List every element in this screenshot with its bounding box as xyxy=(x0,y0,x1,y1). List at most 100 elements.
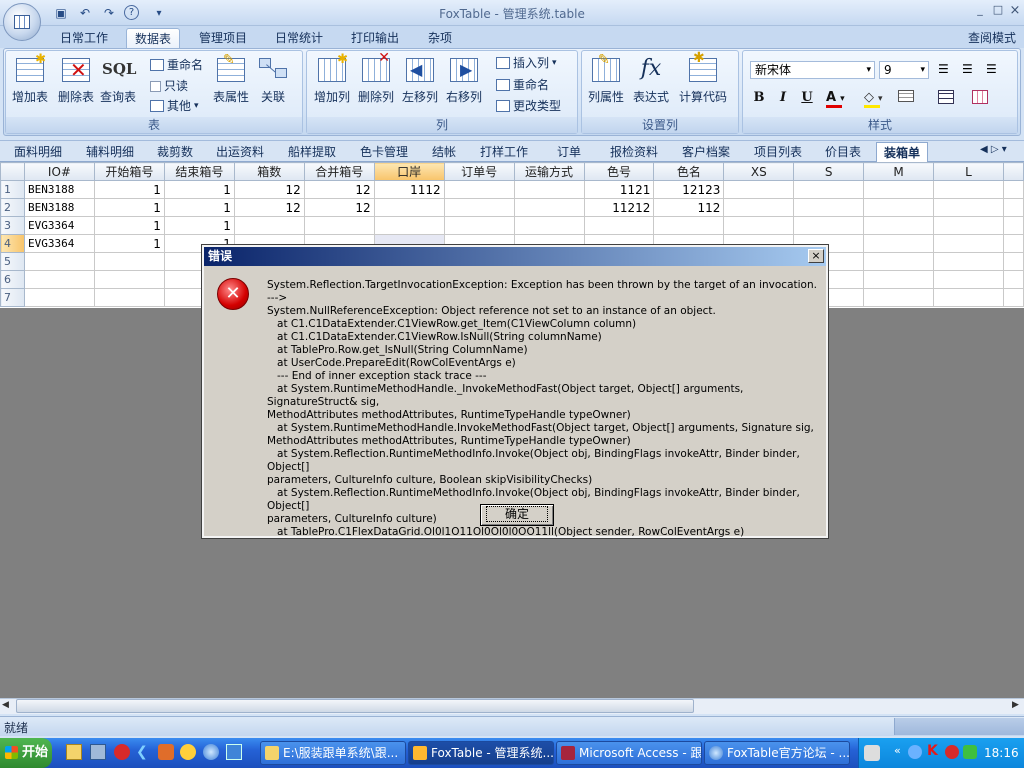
grid-cell[interactable] xyxy=(933,234,1004,253)
expression-button[interactable]: fx 表达式 xyxy=(630,54,672,112)
sheet-tab[interactable]: 客户档案 xyxy=(674,142,738,162)
grid-cell[interactable] xyxy=(513,180,585,199)
column-header[interactable]: 开始箱号 xyxy=(93,162,165,181)
tab-data-table[interactable]: 数据表 xyxy=(126,28,180,48)
cell-style-button[interactable] xyxy=(972,90,1000,108)
column-header[interactable]: S xyxy=(793,162,865,181)
sheet-tab[interactable]: 报检资料 xyxy=(602,142,666,162)
scroll-right-icon[interactable]: ▶ xyxy=(1012,700,1019,710)
readonly-checkbox[interactable]: 只读 xyxy=(150,77,188,95)
grid-cell[interactable] xyxy=(443,198,515,217)
grid-cell[interactable]: 1 xyxy=(93,180,165,199)
grid-cell[interactable] xyxy=(863,270,935,289)
fill-color-icon[interactable]: ◇ ▾ xyxy=(864,90,892,108)
grid-cell[interactable]: 12 xyxy=(303,180,375,199)
grid-cell[interactable]: 1 xyxy=(163,216,235,235)
grid-cell[interactable] xyxy=(863,216,935,235)
italic-button[interactable]: I xyxy=(773,90,793,108)
tray-expand-icon[interactable]: « xyxy=(894,744,901,757)
sheet-tab[interactable]: 结帐 xyxy=(424,142,464,162)
grid-cell[interactable] xyxy=(933,270,1004,289)
font-family-select[interactable]: 新宋体 ▾ xyxy=(750,61,875,79)
tab-daily-work[interactable]: 日常工作 xyxy=(52,28,116,48)
column-header[interactable]: XS xyxy=(723,162,795,181)
grid-cell[interactable] xyxy=(933,216,1004,235)
grid-cell[interactable] xyxy=(933,198,1004,217)
grid-cell[interactable] xyxy=(863,180,935,199)
grid-cell[interactable]: 1 xyxy=(163,198,235,217)
border-style-button[interactable] xyxy=(898,90,926,108)
column-header[interactable]: 色名 xyxy=(653,162,725,181)
grid-cell[interactable]: 1 xyxy=(93,234,165,253)
sheet-tab[interactable]: 辅料明细 xyxy=(78,142,142,162)
browser-icon[interactable] xyxy=(203,744,219,760)
app-icon[interactable] xyxy=(158,744,174,760)
sheet-tab[interactable]: 色卡管理 xyxy=(352,142,416,162)
grid-cell[interactable] xyxy=(793,216,865,235)
grid-cell[interactable] xyxy=(23,288,95,307)
relations-button[interactable]: 关联 xyxy=(256,54,290,112)
grid-cell[interactable] xyxy=(863,252,935,271)
sheet-tab[interactable]: 价目表 xyxy=(818,142,868,162)
grid-cell[interactable] xyxy=(93,252,165,271)
grid-cell[interactable] xyxy=(443,180,515,199)
scroll-left-icon[interactable]: ◀ xyxy=(2,700,9,710)
delete-column-button[interactable]: ✕ 删除列 xyxy=(354,50,398,112)
app-menu-button[interactable] xyxy=(3,3,41,41)
grid-cell[interactable]: 1112 xyxy=(373,180,445,199)
grid-cell[interactable] xyxy=(23,270,95,289)
grid-cell[interactable] xyxy=(373,216,445,235)
grid-cell[interactable]: 12123 xyxy=(653,180,725,199)
column-header[interactable]: 色号 xyxy=(583,162,655,181)
query-table-button[interactable]: SQL 查询表 xyxy=(98,54,138,112)
align-center-icon[interactable]: ☰ xyxy=(962,62,980,78)
ok-button[interactable]: 确定 xyxy=(480,504,554,526)
taskbar-task[interactable]: E:\服装跟单系统\跟... xyxy=(260,741,406,765)
grid-cell[interactable]: 1 xyxy=(163,180,235,199)
align-left-icon[interactable]: ☰ xyxy=(938,62,956,78)
sheet-tab[interactable]: 出运资料 xyxy=(208,142,272,162)
underline-button[interactable]: U xyxy=(797,90,817,108)
font-color-button[interactable]: A ▾ xyxy=(826,90,854,108)
column-properties-button[interactable]: ✎ 列属性 xyxy=(584,52,628,112)
grid-cell[interactable]: 12 xyxy=(233,180,305,199)
grid-cell[interactable]: 1 xyxy=(93,198,165,217)
tab-manage-items[interactable]: 管理项目 xyxy=(190,28,256,48)
tray-icon[interactable] xyxy=(963,745,977,759)
grid-cell[interactable]: 12 xyxy=(303,198,375,217)
row-header[interactable]: 7 xyxy=(0,288,25,307)
column-header[interactable]: 结束箱号 xyxy=(163,162,235,181)
grid-lines-button[interactable] xyxy=(938,90,966,108)
add-column-button[interactable]: ✱ 增加列 xyxy=(310,52,354,112)
sheet-tab[interactable]: 订单 xyxy=(544,142,594,162)
tray-icon[interactable] xyxy=(908,745,922,759)
change-type-button[interactable]: 更改类型 xyxy=(496,97,561,115)
grid-cell[interactable]: 112 xyxy=(653,198,725,217)
grid-cell[interactable] xyxy=(233,216,305,235)
grid-cell[interactable] xyxy=(933,252,1004,271)
column-header[interactable]: 运输方式 xyxy=(513,162,585,181)
folder-icon[interactable] xyxy=(66,744,82,760)
sheet-scroll-arrows[interactable]: ◀ ▷ ▾ xyxy=(980,144,1020,160)
row-header[interactable]: 4 xyxy=(0,234,25,253)
column-header[interactable]: 箱数 xyxy=(233,162,305,181)
delete-table-button[interactable]: ✕ 删除表 xyxy=(54,54,98,112)
row-header[interactable]: 3 xyxy=(0,216,25,235)
app-icon[interactable] xyxy=(180,744,196,760)
grid-cell[interactable] xyxy=(933,288,1004,307)
grid-cell[interactable] xyxy=(863,198,935,217)
row-header[interactable]: 5 xyxy=(0,252,25,271)
close-button[interactable]: × xyxy=(1007,3,1023,18)
grid-cell[interactable] xyxy=(653,216,725,235)
dialog-close-button[interactable]: × xyxy=(808,249,824,263)
app-icon[interactable] xyxy=(90,744,106,760)
app-icon[interactable] xyxy=(114,744,130,760)
grid-cell[interactable] xyxy=(583,216,655,235)
corner-cell[interactable] xyxy=(0,162,25,181)
grid-cell[interactable]: EVG3364 xyxy=(23,234,95,253)
calc-code-button[interactable]: ✱ 计算代码 xyxy=(674,50,732,112)
grid-cell[interactable]: 1 xyxy=(93,216,165,235)
taskbar-task[interactable]: Microsoft Access - 跟... xyxy=(556,741,702,765)
app-icon[interactable]: ❮ xyxy=(136,744,152,760)
column-header[interactable]: IO# xyxy=(23,162,95,181)
